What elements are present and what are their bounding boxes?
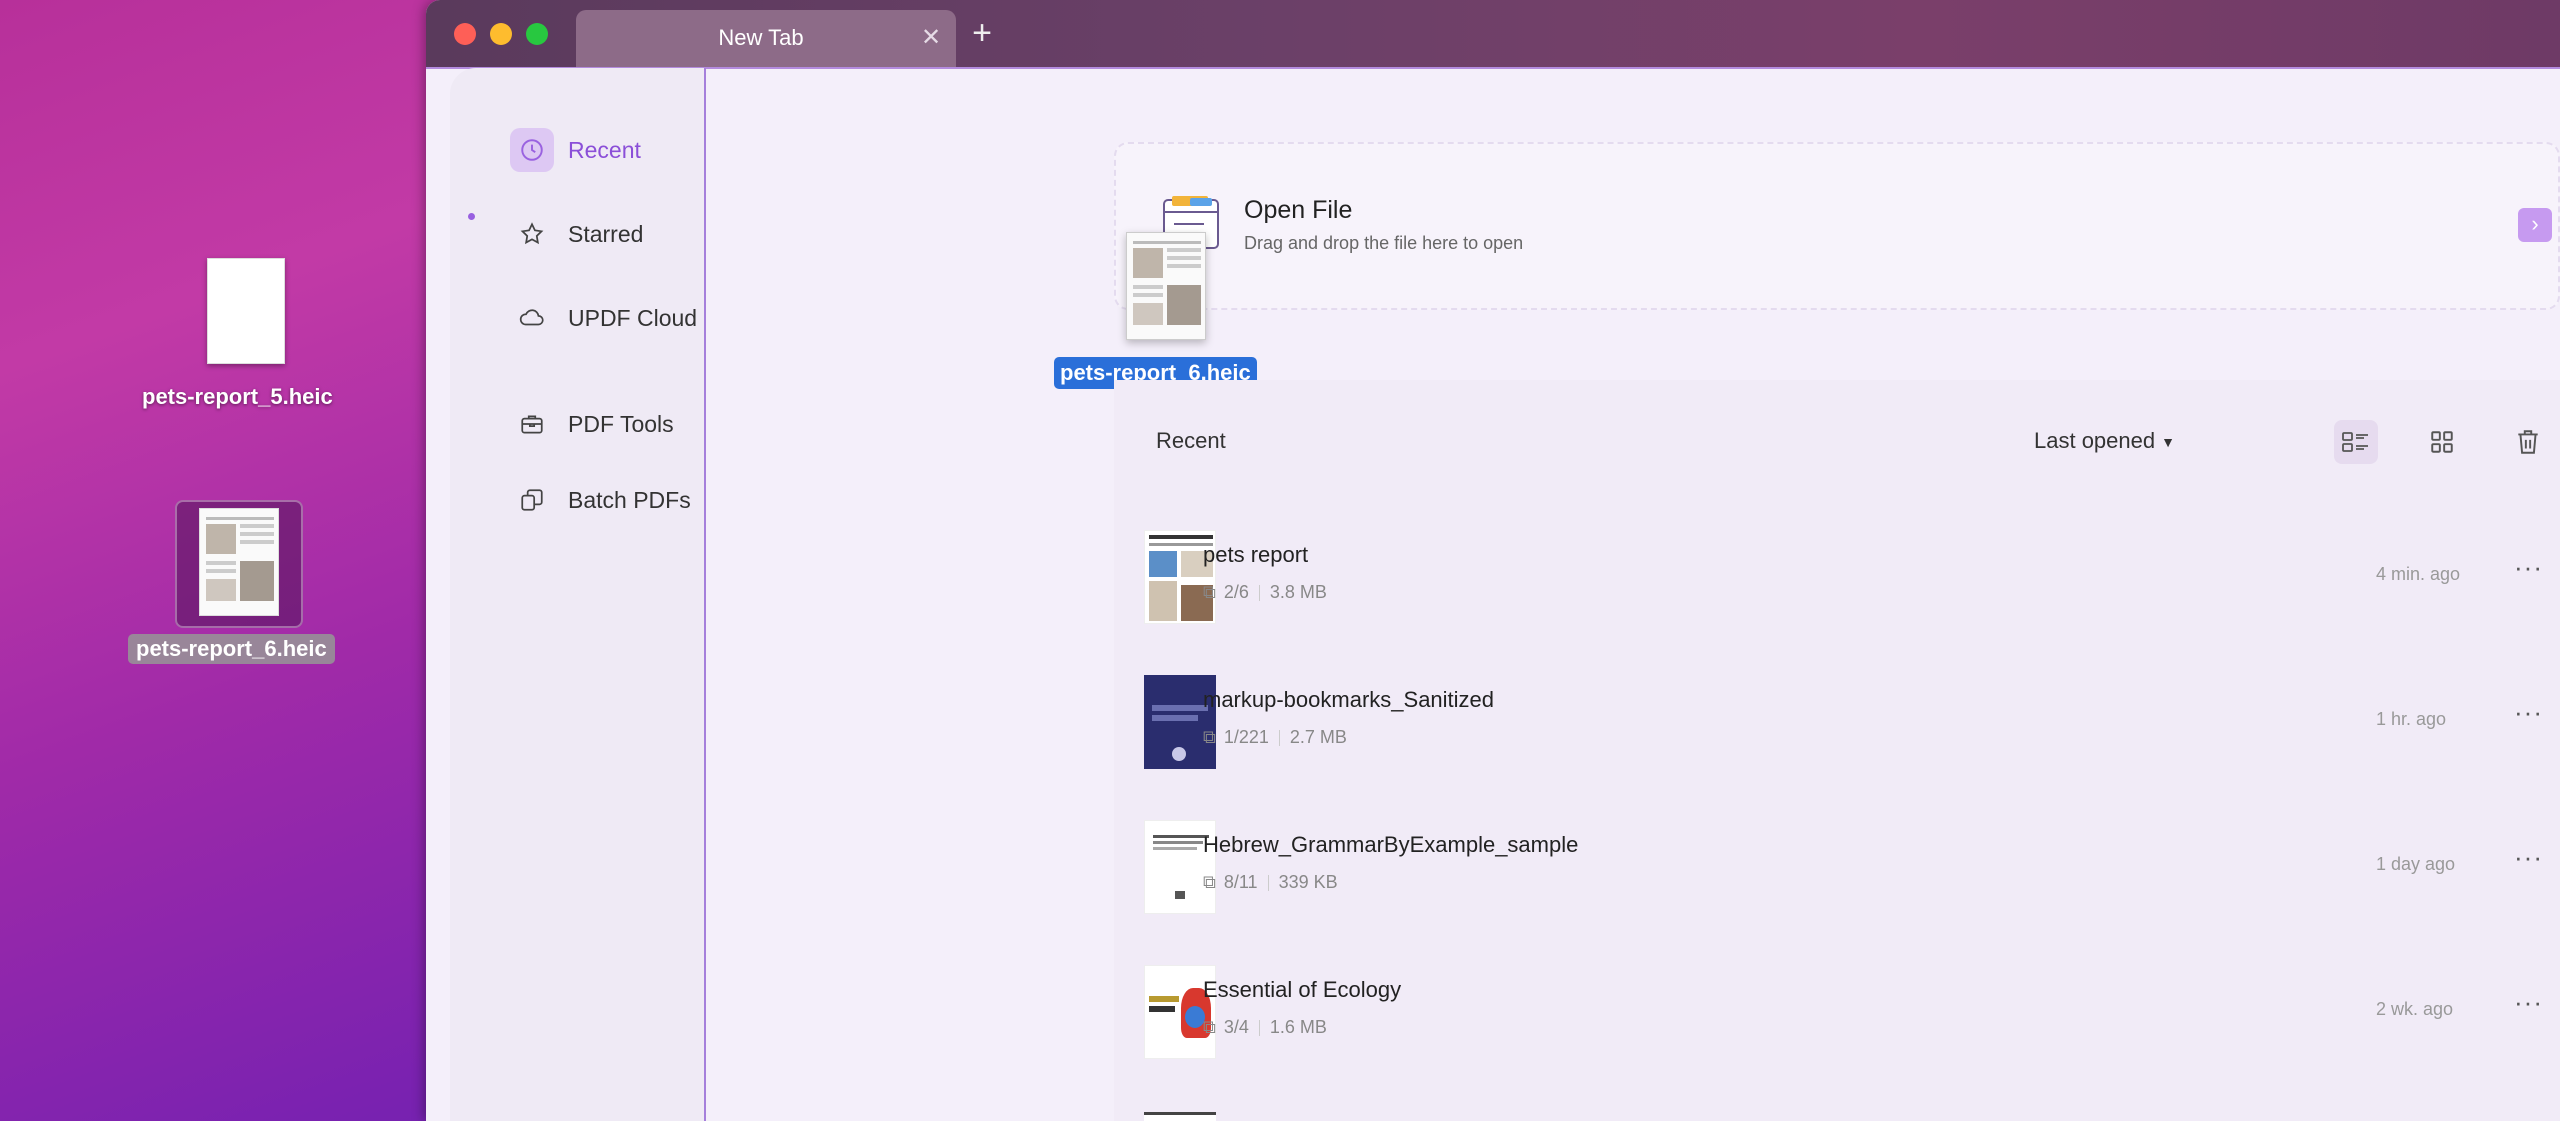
sidebar-item-label: Starred <box>568 220 644 247</box>
new-tab-button[interactable]: + <box>966 16 998 50</box>
file-meta: ⧉ 3/4 1.6 MB <box>1203 1017 1327 1038</box>
pages-icon: ⧉ <box>1203 872 1216 892</box>
trash-button[interactable] <box>2506 420 2550 464</box>
batch-icon <box>510 478 554 522</box>
briefcase-icon <box>510 402 554 446</box>
open-file-title: Open File <box>1244 196 1353 224</box>
active-indicator <box>468 213 475 220</box>
list-item[interactable]: Hebrew_GrammarByExample_sample ⧉ 8/11 33… <box>1114 806 2560 951</box>
file-pages: 8/11 <box>1223 872 1258 892</box>
pages-icon: ⧉ <box>1203 582 1216 602</box>
cloud-icon <box>510 296 554 340</box>
caret-down-icon: ▼ <box>2161 434 2175 451</box>
list-item-partial-thumbnail <box>1144 1112 1216 1121</box>
desktop-file-label: pets-report_5.heic <box>142 384 333 409</box>
grid-view-icon <box>2431 431 2453 453</box>
minimize-window-button[interactable] <box>490 23 512 45</box>
file-meta: ⧉ 1/221 2.7 MB <box>1203 727 1347 748</box>
list-view-button[interactable] <box>2334 420 2378 464</box>
sidebar-item-pdf-tools[interactable]: PDF Tools <box>510 402 674 446</box>
sidebar: Recent Starred UPDF Cloud PDF Tools Batc <box>450 68 704 1121</box>
title-bar: New Tab ✕ + <box>426 0 2560 68</box>
clock-icon <box>510 128 554 172</box>
file-time: 1 day ago <box>2376 854 2456 874</box>
pages-icon: ⧉ <box>1203 727 1216 747</box>
list-item[interactable]: pets report ⧉ 2/6 3.8 MB 4 min. ago ··· <box>1114 516 2560 661</box>
file-name: Hebrew_GrammarByExample_sample <box>1203 832 1579 857</box>
file-time: 4 min. ago <box>2376 564 2461 584</box>
list-item[interactable]: markup-bookmarks_Sanitized ⧉ 1/221 2.7 M… <box>1114 661 2560 806</box>
sidebar-item-label: PDF Tools <box>568 410 674 437</box>
close-window-button[interactable] <box>454 23 476 45</box>
file-thumbnail[interactable] <box>199 508 279 616</box>
file-name: markup-bookmarks_Sanitized <box>1203 687 1495 712</box>
file-pages: 3/4 <box>1223 1017 1249 1037</box>
file-size: 1.6 MB <box>1269 1017 1327 1037</box>
sort-dropdown[interactable]: Last opened ▼ <box>2034 428 2175 454</box>
sort-label: Last opened <box>2034 428 2156 453</box>
close-tab-icon[interactable]: ✕ <box>920 26 942 50</box>
sidebar-divider <box>704 68 706 1121</box>
tab-new-tab[interactable]: New Tab ✕ <box>576 10 956 68</box>
file-size: 3.8 MB <box>1269 582 1327 602</box>
sidebar-item-updf-cloud[interactable]: UPDF Cloud <box>510 296 697 340</box>
file-meta: ⧉ 2/6 3.8 MB <box>1203 582 1327 603</box>
tab-title: New Tab <box>718 25 804 50</box>
file-pages: 1/221 <box>1223 727 1269 747</box>
sidebar-item-label: Batch PDFs <box>568 486 691 513</box>
sidebar-item-starred[interactable]: Starred <box>510 212 643 256</box>
desktop-file-label: pets-report_6.heic <box>128 634 335 664</box>
zoom-window-button[interactable] <box>526 23 548 45</box>
star-icon <box>510 212 554 256</box>
more-icon[interactable]: ··· <box>2514 842 2543 873</box>
grid-view-button[interactable] <box>2420 420 2464 464</box>
sidebar-item-recent[interactable]: Recent <box>510 128 641 172</box>
sidebar-item-label: UPDF Cloud <box>568 304 698 331</box>
list-item[interactable]: Essential of Ecology ⧉ 3/4 1.6 MB 2 wk. … <box>1114 951 2560 1096</box>
file-name: Essential of Ecology <box>1203 977 1402 1002</box>
pages-icon: ⧉ <box>1203 1017 1216 1037</box>
more-icon[interactable]: ··· <box>2514 697 2543 728</box>
chevron-right-icon[interactable]: › <box>2518 208 2552 242</box>
file-thumbnail[interactable] <box>207 258 285 364</box>
more-icon[interactable]: ··· <box>2514 552 2543 583</box>
file-pages: 2/6 <box>1223 582 1249 602</box>
sidebar-item-batch-pdfs[interactable]: Batch PDFs <box>510 478 691 522</box>
list-view-icon <box>2342 432 2368 452</box>
file-size: 339 KB <box>1278 872 1338 892</box>
app-window: New Tab ✕ + Recent Starred UPDF Cloud PD… <box>426 0 2560 1121</box>
divider <box>426 67 2560 69</box>
file-meta: ⧉ 8/11 339 KB <box>1203 872 1338 893</box>
recent-heading: Recent <box>1156 428 1226 453</box>
file-time: 2 wk. ago <box>2376 999 2454 1019</box>
sidebar-item-label: Recent <box>568 136 641 163</box>
trash-icon <box>2518 430 2538 454</box>
file-time: 1 hr. ago <box>2376 709 2447 729</box>
dragged-file-thumbnail <box>1126 232 1206 340</box>
file-name: pets report <box>1203 542 1309 567</box>
open-file-dropzone[interactable] <box>1114 142 2560 310</box>
file-size: 2.7 MB <box>1289 727 1347 747</box>
more-icon[interactable]: ··· <box>2514 987 2543 1018</box>
open-file-subtitle: Drag and drop the file here to open <box>1244 233 1524 253</box>
